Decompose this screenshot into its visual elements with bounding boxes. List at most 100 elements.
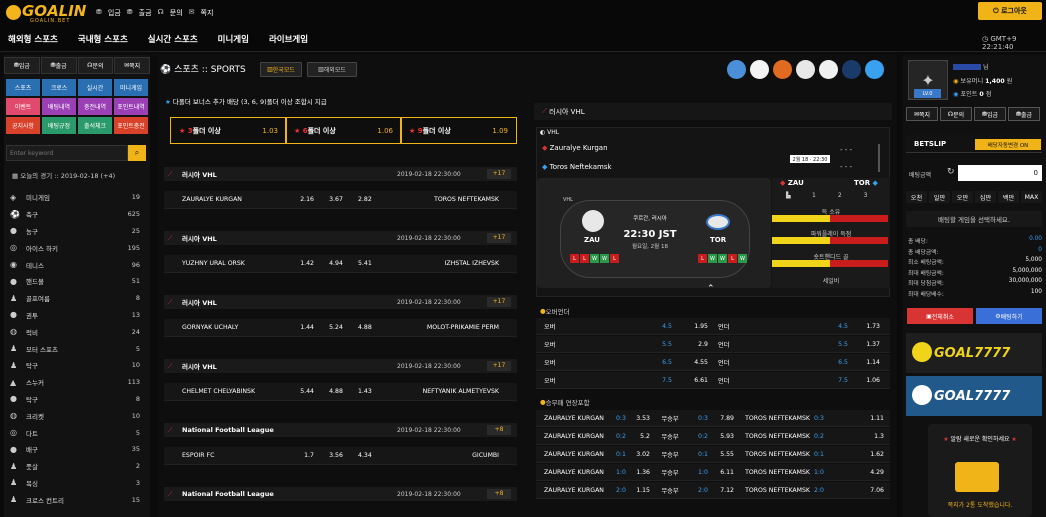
odds-cell[interactable]: 7.06: [826, 487, 890, 494]
search-button[interactable]: ⌕: [128, 145, 146, 161]
nav-overseas-sports[interactable]: 해외형 스포츠: [8, 33, 58, 45]
sport-row[interactable]: ♟ 크로스 컨트리 15: [10, 491, 140, 508]
user-deposit-button[interactable]: ⛃ 입금: [974, 107, 1006, 121]
match-row[interactable]: YUZHNY URAL ORSK 1.42 4.94 5.41 IZHSTAL IZHE…: [164, 255, 517, 273]
draw-odds[interactable]: 4.94: [314, 260, 358, 267]
odds-cell[interactable]: 1.15: [628, 487, 650, 494]
odds-cell[interactable]: 1.62: [826, 451, 890, 458]
odds-cell[interactable]: 7.89: [708, 415, 734, 422]
sport-ball-icon[interactable]: [750, 60, 769, 79]
overunder-row[interactable]: 오버 7.5 6.61 언더 7.5 1.06: [536, 372, 890, 389]
amount-chip[interactable]: 오천: [906, 191, 927, 203]
away-odds[interactable]: 4.88: [358, 324, 394, 331]
amount-chip[interactable]: 오만: [952, 191, 973, 203]
odds-cell[interactable]: 7.12: [708, 487, 734, 494]
odds-cell[interactable]: 5.55: [708, 451, 734, 458]
sport-row[interactable]: ◈ 미니게임 19: [10, 189, 140, 206]
odds-cell[interactable]: 4.29: [826, 469, 890, 476]
bet-button[interactable]: ⚙ 배팅하기: [976, 308, 1042, 324]
keyword-input[interactable]: [6, 145, 128, 161]
sport-row[interactable]: ▲ 스누커 113: [10, 374, 140, 391]
match-row[interactable]: ZAURALYE KURGAN 2.16 3.67 2.82 TOROS NEFTEKA…: [164, 191, 517, 209]
more-markets-badge[interactable]: +17: [487, 169, 511, 179]
kakao-banner[interactable]: GOAL7777: [906, 333, 1042, 373]
more-markets-badge[interactable]: +8: [487, 425, 511, 435]
category-button[interactable]: 배팅규정: [42, 117, 76, 134]
odds-cell[interactable]: 6.61: [682, 377, 708, 384]
more-markets-badge[interactable]: +17: [487, 361, 511, 371]
winner-row[interactable]: ZAURALYE KURGAN 1:0 1.36 무승부 1:0 6.11 TOROS NE…: [536, 464, 890, 481]
amount-chip[interactable]: 일만: [929, 191, 950, 203]
sport-row[interactable]: ◎ 다트 5: [10, 424, 140, 441]
odds-cell[interactable]: 4.55: [682, 359, 708, 366]
tab-overseas-mode[interactable]: ▥ 해외모드: [307, 62, 357, 77]
draw-odds[interactable]: 3.56: [314, 452, 358, 459]
overunder-row[interactable]: 오버 4.5 1.95 언더 4.5 1.73: [536, 318, 890, 335]
amount-chip[interactable]: 백만: [998, 191, 1019, 203]
amount-chip[interactable]: MAX: [1021, 191, 1042, 203]
match-row[interactable]: ESPOIR FC 1.7 3.56 4.34 GICUMBI: [164, 447, 517, 465]
sport-row[interactable]: ◉ 테니스 96: [10, 256, 140, 273]
sport-row[interactable]: ◍ 크리켓 10: [10, 407, 140, 424]
overunder-row[interactable]: 오버 6.5 4.55 언더 6.5 1.14: [536, 354, 890, 371]
odds-cell[interactable]: 1.37: [848, 341, 890, 348]
cancel-all-button[interactable]: ▣ 전체취소: [907, 308, 973, 324]
odds-cell[interactable]: 5.2: [628, 433, 650, 440]
sport-row[interactable]: ♟ 모터 스포츠 5: [10, 340, 140, 357]
category-button[interactable]: 이벤트: [6, 98, 40, 115]
winner-row[interactable]: ZAURALYE KURGAN 0:1 3.02 무승부 0:1 5.55 TOROS NE…: [536, 446, 890, 463]
quick-inquiry[interactable]: ☊ 문의: [77, 57, 114, 74]
sport-row[interactable]: ♟ 풋살 2: [10, 458, 140, 475]
auto-odds-toggle[interactable]: 배당자동변경 ON: [975, 139, 1041, 150]
sport-ball-icon[interactable]: [819, 60, 838, 79]
period-3[interactable]: 3: [864, 192, 868, 199]
sport-row[interactable]: ● 농구 25: [10, 223, 140, 240]
category-button[interactable]: 미니게임: [114, 79, 148, 96]
home-odds[interactable]: 2.16: [274, 196, 314, 203]
category-button[interactable]: 스포츠: [6, 79, 40, 96]
odds-cell[interactable]: 1.14: [848, 359, 890, 366]
logout-button[interactable]: ⏻ 로그아웃: [978, 2, 1042, 20]
match-row[interactable]: CHELMET CHELYABINSK 5.44 4.88 1.43 NEFTYANIK…: [164, 383, 517, 401]
nav-live-sports[interactable]: 실시간 스포츠: [148, 33, 198, 45]
nav-minigame[interactable]: 미니게임: [218, 33, 249, 45]
more-markets-badge[interactable]: +17: [487, 297, 511, 307]
nav-domestic-sports[interactable]: 국내형 스포츠: [78, 33, 128, 45]
sport-ball-icon[interactable]: [842, 60, 861, 79]
sport-ball-icon[interactable]: [796, 60, 815, 79]
away-odds[interactable]: 5.41: [358, 260, 394, 267]
sport-row[interactable]: ◎ 아이스 하키 195: [10, 239, 140, 256]
match-row[interactable]: GORNYAK UCHALY 1.44 5.24 4.88 MOLOT-PRIKAMIE…: [164, 319, 517, 337]
home-odds[interactable]: 1.42: [274, 260, 314, 267]
sport-ball-icon[interactable]: [727, 60, 746, 79]
odds-cell[interactable]: 1.36: [628, 469, 650, 476]
odds-cell[interactable]: 1.3: [826, 433, 890, 440]
odds-cell[interactable]: 2.9: [682, 341, 708, 348]
more-markets-badge[interactable]: +17: [487, 233, 511, 243]
sport-row[interactable]: ● 탁구 8: [10, 391, 140, 408]
tab-korean-mode[interactable]: ▥ 한국모드: [260, 62, 302, 77]
odds-cell[interactable]: 1.06: [848, 377, 890, 384]
home-odds[interactable]: 1.7: [274, 452, 314, 459]
odds-cell[interactable]: 3.02: [628, 451, 650, 458]
period-1[interactable]: 1: [812, 192, 816, 199]
more-markets-badge[interactable]: +8: [487, 489, 511, 499]
category-button[interactable]: 포인트내역: [114, 98, 148, 115]
overunder-row[interactable]: 오버 5.5 2.9 언더 5.5 1.37: [536, 336, 890, 353]
odds-cell[interactable]: 1.95: [682, 323, 708, 330]
deposit-link[interactable]: 입금: [108, 8, 121, 18]
away-odds[interactable]: 4.34: [358, 452, 394, 459]
sport-row[interactable]: ♟ 복싱 3: [10, 475, 140, 492]
refresh-icon[interactable]: ↻: [947, 167, 955, 177]
winner-row[interactable]: ZAURALYE KURGAN 0:3 3.53 무승부 0:3 7.89 TOROS NE…: [536, 410, 890, 427]
brand-logo[interactable]: GOALIN GOALIN.BET: [6, 2, 86, 26]
category-button[interactable]: 크로스: [42, 79, 76, 96]
bonus-box[interactable]: ★ 3폴더 이상 1.03: [170, 117, 287, 144]
category-button[interactable]: 배팅내역: [42, 98, 76, 115]
odds-cell[interactable]: 6.11: [708, 469, 734, 476]
sport-row[interactable]: ♟ 탁구 10: [10, 357, 140, 374]
sport-row[interactable]: ⚽ 축구 625: [10, 206, 140, 223]
sport-row[interactable]: ● 핸드볼 51: [10, 273, 140, 290]
home-odds[interactable]: 5.44: [274, 388, 314, 395]
user-message-button[interactable]: ✉ 쪽지: [906, 107, 938, 121]
